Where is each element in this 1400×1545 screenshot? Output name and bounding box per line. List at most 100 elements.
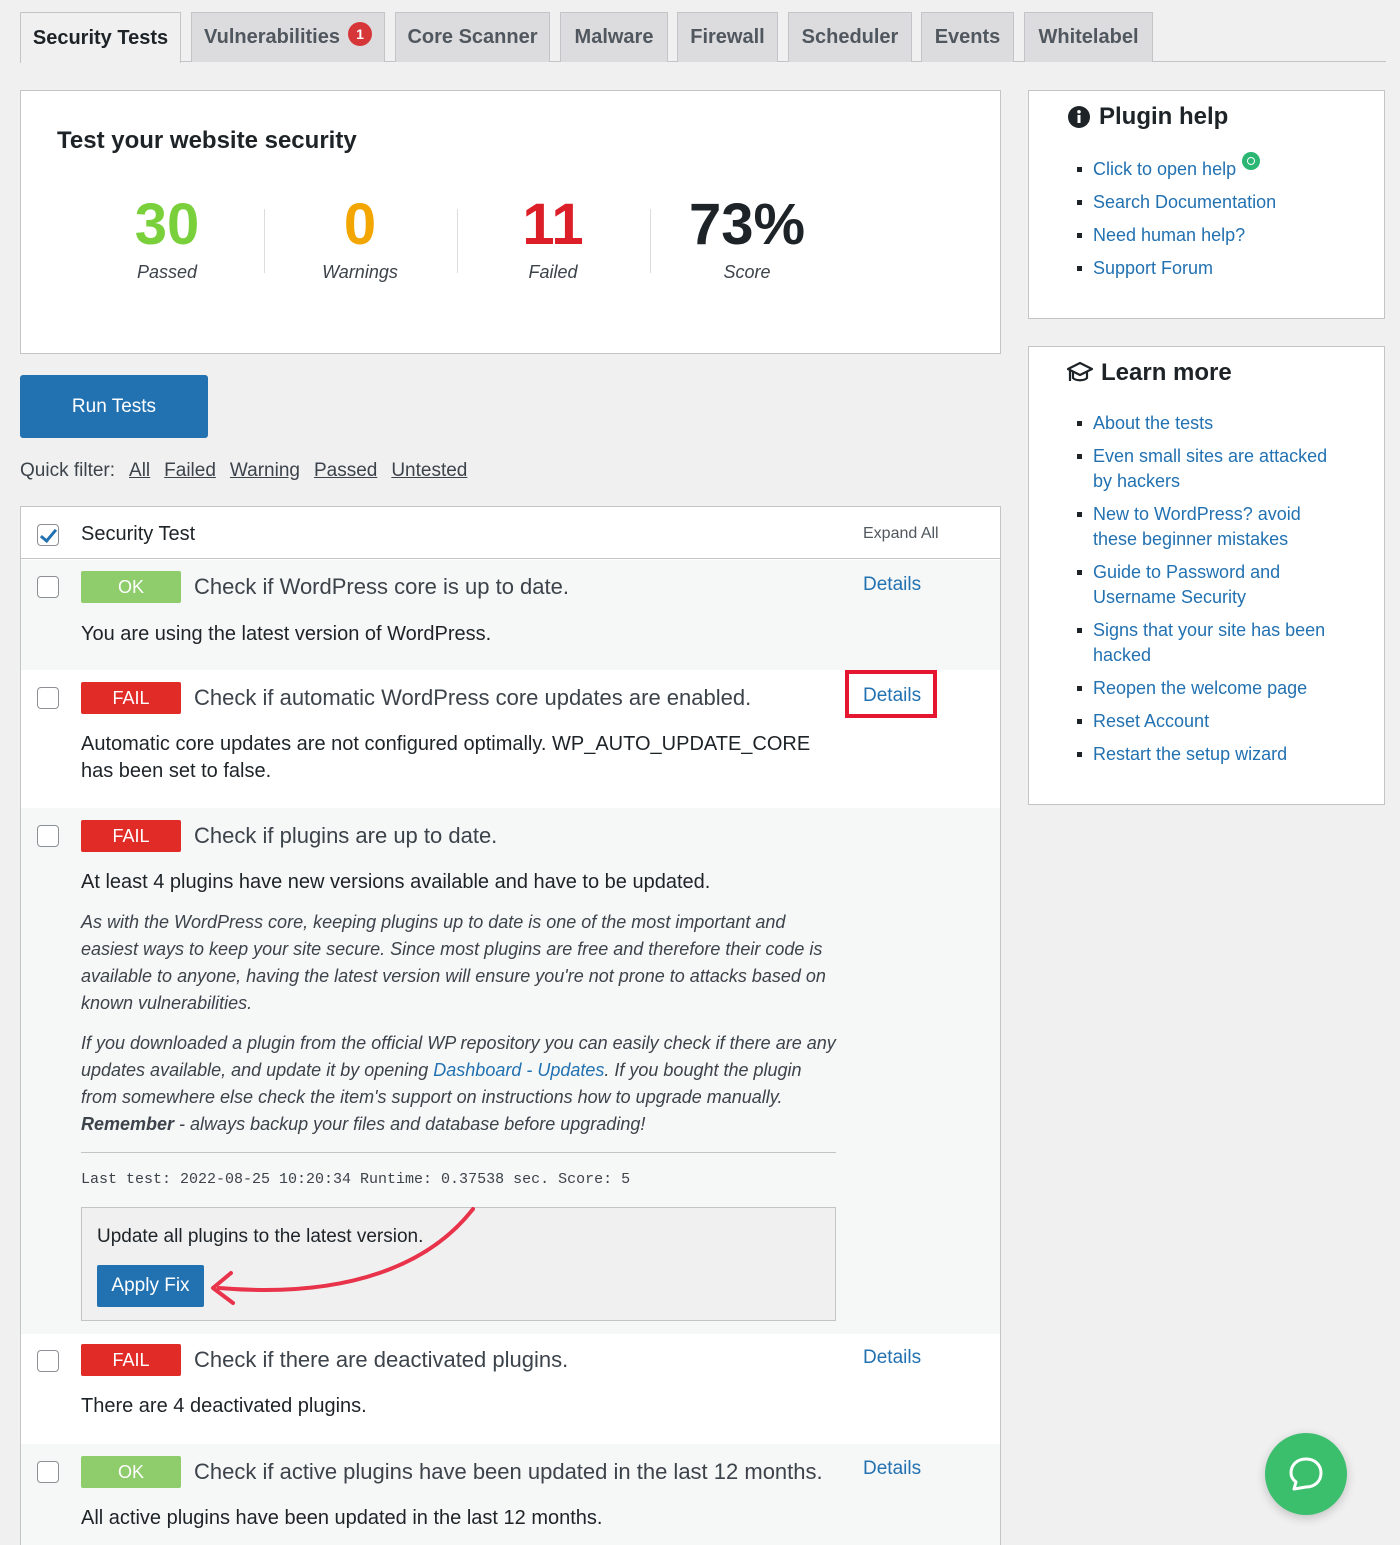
table-row: OK Check if active plugins have been upd… (21, 1444, 1000, 1545)
score-label: Score (723, 262, 771, 282)
security-tests-table: Security Test Expand All OK Check if Wor… (20, 506, 1001, 1545)
passed-label: Passed (136, 262, 198, 282)
plugin-help-list: Click to open help Search Documentation … (1077, 152, 1347, 281)
sidebar-link-restart-wizard[interactable]: Restart the setup wizard (1077, 742, 1347, 767)
details-link[interactable]: Details (863, 1458, 921, 1480)
row-checkbox[interactable] (37, 687, 59, 709)
tab-core-scanner[interactable]: Core Scanner (395, 12, 550, 62)
annotation-arrow-icon (211, 1207, 475, 1305)
dashboard-updates-link[interactable]: Dashboard - Updates (433, 1060, 604, 1080)
sidebar-link-small-sites-attacked[interactable]: Even small sites are attacked by hackers (1077, 444, 1347, 494)
sidebar-link-need-human-help[interactable]: Need human help? (1077, 223, 1347, 248)
instructions-emphasis: Remember (81, 1114, 175, 1134)
sidebar-link-beginner-mistakes[interactable]: New to WordPress? avoid these beginner m… (1077, 502, 1347, 552)
details-highlight-box (845, 670, 937, 718)
link-text: Click to open help (1093, 159, 1237, 179)
last-test-info: Last test: 2022-08-25 10:20:34 Runtime: … (81, 1171, 631, 1188)
row-checkbox[interactable] (37, 825, 59, 847)
table-header: Security Test Expand All (21, 507, 1000, 559)
status-badge: OK (81, 571, 181, 603)
online-status-icon (1242, 152, 1261, 170)
filter-warning[interactable]: Warning (230, 460, 300, 482)
status-badge: FAIL (81, 682, 181, 714)
tab-label: Malware (574, 26, 654, 48)
tab-label: Scheduler (801, 26, 899, 48)
status-badge: FAIL (81, 820, 181, 852)
tab-bar: Security Tests Vulnerabilities 1 Core Sca… (20, 12, 1386, 63)
instructions-text: - always backup your files and database … (174, 1114, 646, 1134)
notification-badge: 1 (347, 21, 372, 46)
sidebar-link-password-guide[interactable]: Guide to Password and Username Security (1077, 560, 1347, 610)
test-result-line: Automatic core updates are not configure… (81, 733, 811, 755)
quick-filter-label: Quick filter: (20, 460, 116, 481)
tab-security-tests[interactable]: Security Tests (20, 12, 181, 63)
panel-title-text: Plugin help (1099, 103, 1229, 130)
select-all-checkbox[interactable] (37, 524, 59, 546)
test-name: Check if automatic WordPress core update… (194, 685, 752, 710)
table-row: FAIL Check if there are deactivated plug… (21, 1334, 1000, 1444)
test-instructions: If you downloaded a plugin from the offi… (81, 1030, 841, 1138)
tab-events[interactable]: Events (921, 12, 1014, 62)
sidebar-link-reset-account[interactable]: Reset Account (1077, 709, 1347, 734)
run-tests-button[interactable]: Run Tests (20, 375, 208, 438)
details-link[interactable]: Details (863, 574, 921, 596)
details-link[interactable]: Details (863, 1347, 921, 1369)
row-checkbox[interactable] (37, 576, 59, 598)
score-value: 73% (688, 192, 806, 257)
stat-passed: 30 Passed (70, 194, 264, 283)
chat-launcher-button[interactable] (1265, 1433, 1347, 1515)
apply-fix-button[interactable]: Apply Fix (97, 1265, 204, 1307)
sidebar-link-reopen-welcome[interactable]: Reopen the welcome page (1077, 676, 1347, 701)
sidebar-link-signs-hacked[interactable]: Signs that your site has been hacked (1077, 618, 1347, 668)
filter-untested[interactable]: Untested (391, 460, 467, 482)
tab-whitelabel[interactable]: Whitelabel (1024, 12, 1153, 62)
sidebar-link-about-tests[interactable]: About the tests (1077, 411, 1347, 436)
test-result: All active plugins have been updated in … (81, 1507, 603, 1529)
learn-more-list: About the tests Even small sites are att… (1077, 411, 1347, 767)
test-result: There are 4 deactivated plugins. (81, 1395, 367, 1417)
row-checkbox[interactable] (37, 1461, 59, 1483)
tab-label: Events (934, 26, 1001, 48)
tab-scheduler[interactable]: Scheduler (788, 12, 912, 62)
test-name: Check if WordPress core is up to date. (194, 574, 569, 599)
graduation-cap-icon (1067, 361, 1093, 382)
stat-score: 73% Score (650, 194, 844, 283)
table-row: OK Check if WordPress core is up to date… (21, 560, 1000, 670)
table-row-expanded: FAIL Check if plugins are up to date. At… (21, 808, 1000, 1334)
passed-count: 30 (134, 192, 200, 257)
stat-warnings: 0 Warnings (263, 194, 457, 283)
tab-label: Vulnerabilities (204, 26, 340, 48)
plugin-help-title: Plugin help (1067, 103, 1228, 131)
test-result: Automatic core updates are not configure… (81, 731, 810, 785)
row-checkbox[interactable] (37, 1350, 59, 1372)
warnings-label: Warnings (322, 262, 398, 282)
chat-bubble-icon (1289, 1457, 1323, 1491)
sidebar-link-search-documentation[interactable]: Search Documentation (1077, 190, 1347, 215)
sidebar-link-open-help[interactable]: Click to open help (1077, 152, 1347, 182)
security-summary-panel: Test your website security 30 Passed 0 W… (20, 90, 1001, 354)
tab-label: Security Tests (32, 26, 169, 49)
failed-label: Failed (528, 262, 578, 282)
failed-count: 11 (522, 192, 584, 257)
tab-malware[interactable]: Malware (560, 12, 668, 62)
test-description: As with the WordPress core, keeping plug… (81, 912, 826, 1013)
expand-all-link[interactable]: Expand All (863, 525, 939, 543)
filter-all[interactable]: All (129, 460, 150, 482)
test-result-line: has been set to false. (81, 760, 272, 782)
tab-vulnerabilities[interactable]: Vulnerabilities 1 (191, 12, 385, 62)
column-header-security-test: Security Test (81, 523, 196, 545)
tab-firewall[interactable]: Firewall (677, 12, 778, 62)
tab-label: Whitelabel (1038, 26, 1139, 48)
stat-failed: 11 Failed (456, 194, 650, 283)
tab-label: Firewall (690, 26, 765, 48)
divider (81, 1152, 836, 1153)
status-badge: OK (81, 1456, 181, 1488)
filter-passed[interactable]: Passed (314, 460, 377, 482)
sidebar-link-support-forum[interactable]: Support Forum (1077, 256, 1347, 281)
filter-failed[interactable]: Failed (164, 460, 216, 482)
learn-more-title: Learn more (1067, 359, 1232, 387)
tab-label: Core Scanner (407, 26, 538, 48)
info-circle-icon (1068, 106, 1090, 128)
test-name: Check if plugins are up to date. (194, 823, 498, 848)
learn-more-panel: Learn more About the tests Even small si… (1028, 346, 1385, 805)
